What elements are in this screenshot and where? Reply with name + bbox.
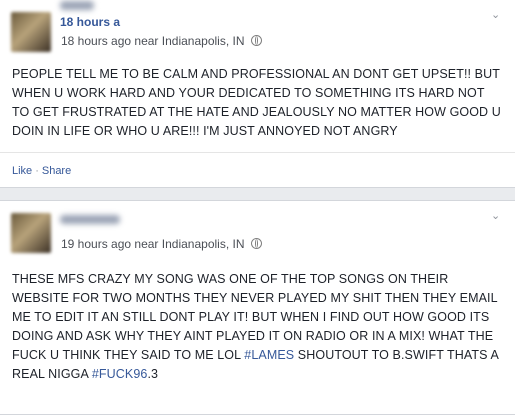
- post-header: 18 hours a: [60, 15, 120, 29]
- post-1: 18 hours a ⌄ 18 hours ago near Indianapo…: [0, 0, 515, 188]
- redacted-name: [60, 215, 120, 224]
- separator: ·: [35, 165, 39, 177]
- near-label: near: [134, 237, 159, 251]
- globe-icon: [250, 35, 262, 46]
- like-link[interactable]: Like: [12, 165, 32, 177]
- post-meta: 19 hours ago near Indianapolis, IN: [61, 237, 262, 251]
- header-timestamp[interactable]: 18 hours a: [60, 15, 120, 29]
- post-text: THESE MFS CRAZY MY SONG WAS ONE OF THE T…: [12, 270, 502, 384]
- globe-icon: [250, 238, 262, 249]
- avatar[interactable]: [11, 213, 51, 253]
- hashtag-lames[interactable]: #LAMES: [244, 348, 294, 362]
- post-meta: 18 hours ago near Indianapolis, IN: [61, 34, 262, 48]
- location[interactable]: Indianapolis, IN: [162, 34, 245, 48]
- post-actions: Like · Share: [12, 165, 71, 177]
- chevron-down-icon[interactable]: ⌄: [491, 10, 501, 21]
- timestamp[interactable]: 19 hours ago: [61, 237, 131, 251]
- divider: [0, 152, 515, 153]
- post-2: ⌄ 19 hours ago near Indianapolis, IN THE…: [0, 200, 515, 415]
- chevron-down-icon[interactable]: ⌄: [491, 211, 501, 222]
- post-text-part: .3: [147, 367, 159, 381]
- redacted-name: [60, 1, 94, 10]
- post-text: PEOPLE TELL ME TO BE CALM AND PROFESSION…: [12, 67, 501, 138]
- share-link[interactable]: Share: [42, 165, 71, 177]
- location[interactable]: Indianapolis, IN: [162, 237, 245, 251]
- timestamp[interactable]: 18 hours ago: [61, 34, 131, 48]
- hashtag-fuck96[interactable]: #FUCK96: [92, 367, 148, 381]
- avatar[interactable]: [11, 12, 51, 52]
- near-label: near: [134, 34, 159, 48]
